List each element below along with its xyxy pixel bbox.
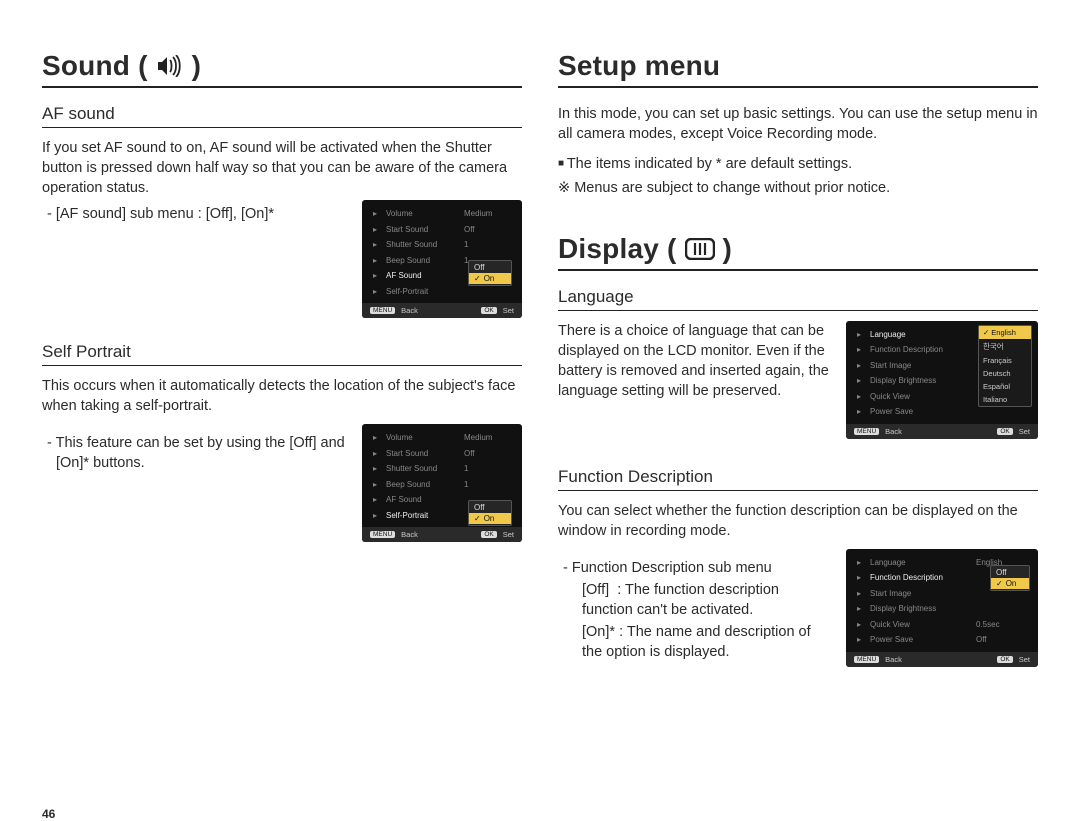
display-title: Display ( ) <box>558 233 1038 271</box>
sound-title-text: Sound ( <box>42 50 148 82</box>
self-portrait-lcd: ▸VolumeMedium ▸Start SoundOff ▸Shutter S… <box>362 424 522 542</box>
funcdesc-desc: You can select whether the function desc… <box>558 501 1038 541</box>
language-lcd: ▸Language ▸Function Description ▸Start I… <box>846 321 1038 439</box>
page-number: 46 <box>42 807 55 821</box>
funcdesc-lcd: ▸LanguageEnglish ▸Function Description ▸… <box>846 549 1038 667</box>
display-icon <box>685 238 715 260</box>
setup-title: Setup menu <box>558 50 1038 88</box>
funcdesc-sub: Function Description sub menu <box>558 559 832 579</box>
display-title-text: Display ( <box>558 233 677 265</box>
self-portrait-desc: This occurs when it automatically detect… <box>42 376 522 416</box>
af-sound-submenu: - [AF sound] sub menu : [Off], [On]* <box>42 206 348 222</box>
speaker-icon <box>156 55 184 77</box>
left-column: Sound ( ) AF sound If you set AF sound t… <box>42 50 522 797</box>
display-title-close: ) <box>723 233 733 265</box>
language-desc: There is a choice of language that can b… <box>558 321 832 401</box>
af-sound-desc: If you set AF sound to on, AF sound will… <box>42 138 522 198</box>
funcdesc-off: [Off] : The function description functio… <box>558 580 832 620</box>
funcdesc-on: [On]* : The name and description of the … <box>558 622 832 662</box>
setup-desc: In this mode, you can set up basic setti… <box>558 104 1038 144</box>
setup-bullet-1: The items indicated by * are default set… <box>558 154 1038 174</box>
setup-bullet-2: Menus are subject to change without prio… <box>558 178 1038 198</box>
self-portrait-heading: Self Portrait <box>42 342 522 366</box>
sound-title-close: ) <box>192 50 202 82</box>
af-sound-heading: AF sound <box>42 104 522 128</box>
sound-title: Sound ( ) <box>42 50 522 88</box>
right-column: Setup menu In this mode, you can set up … <box>558 50 1038 797</box>
af-sound-lcd: ▸VolumeMedium ▸Start SoundOff ▸Shutter S… <box>362 200 522 318</box>
self-portrait-sub: This feature can be set by using the [Of… <box>42 434 348 473</box>
language-heading: Language <box>558 287 1038 311</box>
funcdesc-heading: Function Description <box>558 467 1038 491</box>
